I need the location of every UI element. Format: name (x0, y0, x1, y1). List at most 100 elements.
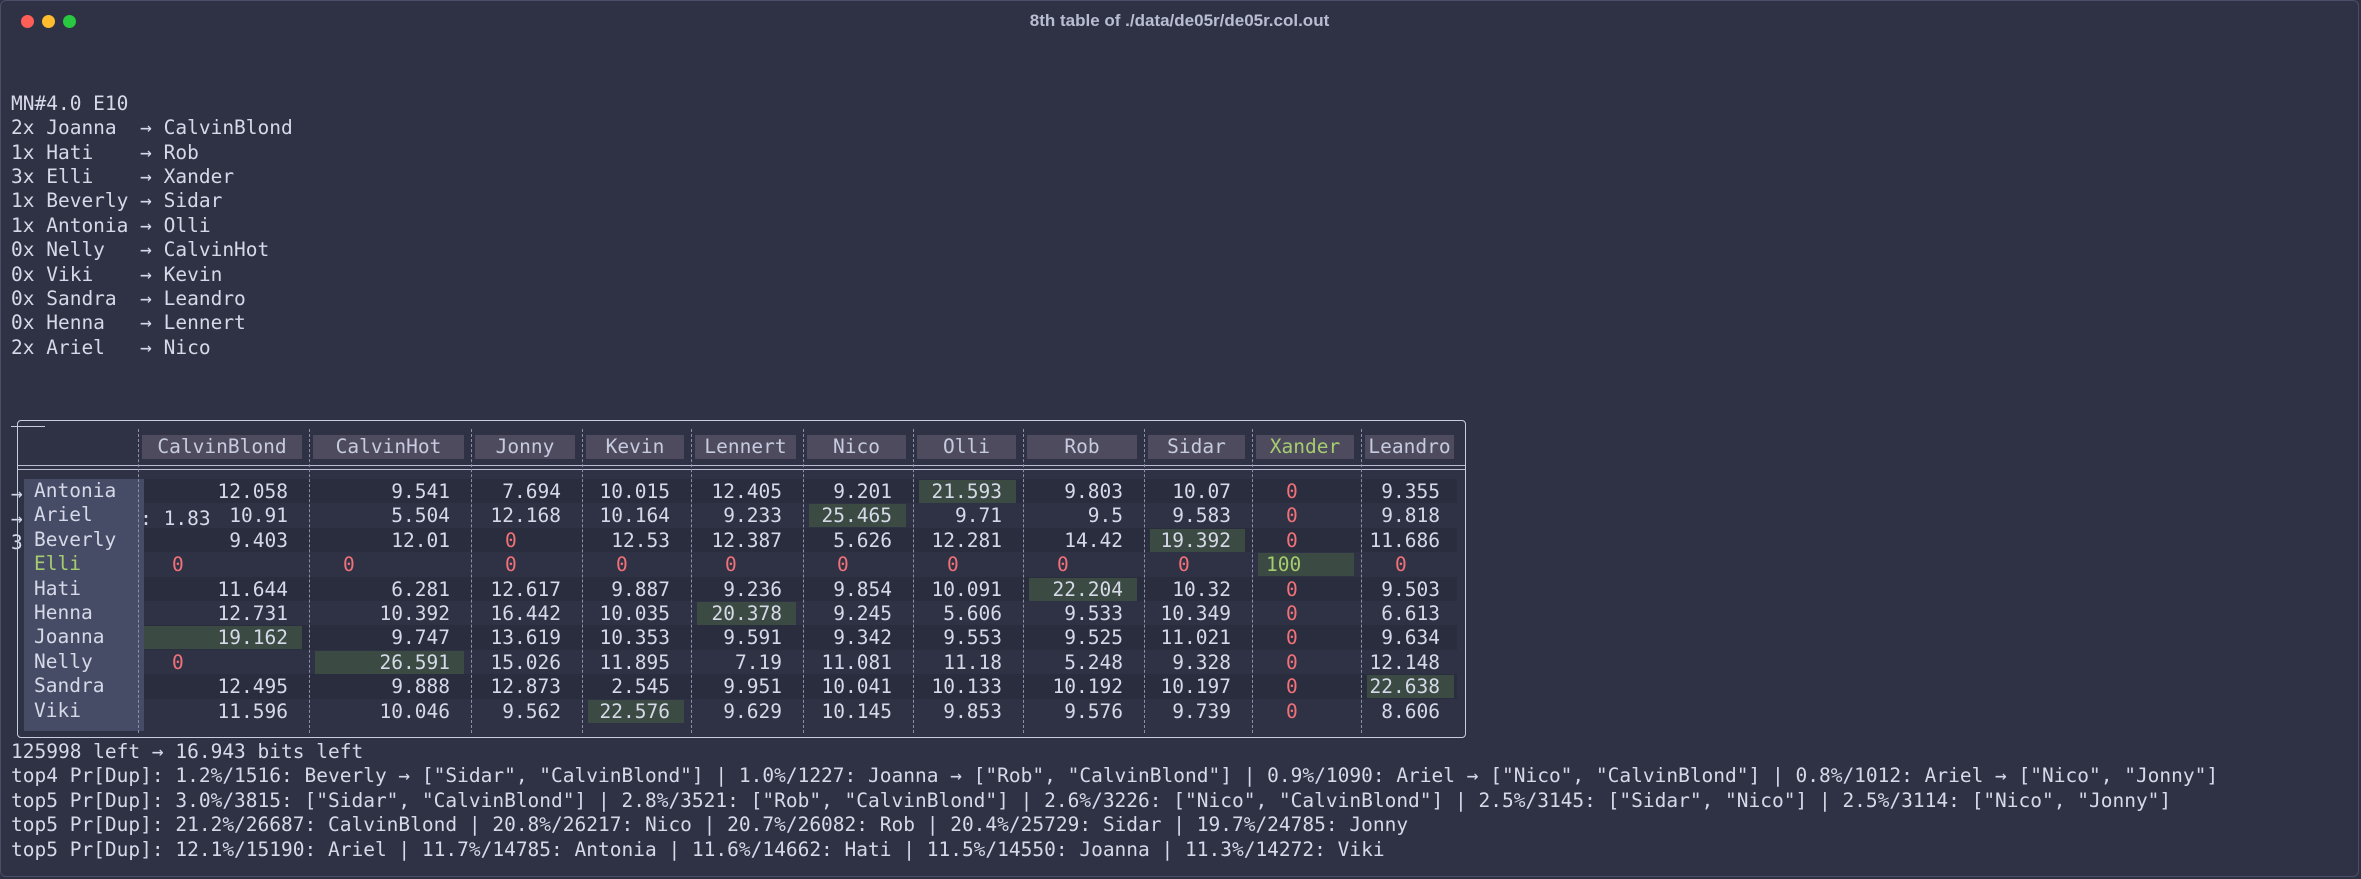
table-cell: 9.525 (1064, 626, 1123, 650)
table-cell: 10.133 (931, 675, 1002, 699)
table-cell: 10.91 (229, 504, 288, 528)
table-cell: 14.42 (1064, 528, 1123, 552)
table-cell: 0 (1286, 528, 1298, 552)
table-cell: 9.854 (833, 577, 892, 601)
title-bar: 8th table of ./data/de05r/de05r.col.out (1, 1, 2358, 41)
table-cell: 9.562 (502, 699, 561, 723)
table-cell: 11.596 (217, 699, 288, 723)
table-cell: 0 (1286, 699, 1298, 723)
column-separator (1144, 429, 1145, 733)
table-cell: 9.591 (723, 626, 782, 650)
table-cell: 10.349 (1160, 602, 1231, 625)
table-cell: 9.888 (391, 675, 450, 699)
table-cell: 9.342 (833, 626, 892, 650)
table-cell: 9.634 (1381, 626, 1440, 650)
table-cell: 16.442 (490, 602, 561, 625)
column-separator (1252, 429, 1253, 733)
table-cell: 26.591 (315, 650, 464, 674)
table-cell: 9.583 (1172, 504, 1231, 528)
table-cell: 9.5 (1087, 504, 1123, 528)
footer-line: top5 Pr[Dup]: 12.1%/15190: Ariel | 11.7%… (11, 837, 1385, 861)
assignment-line: MN#4.0 E10 (11, 91, 129, 115)
table-cell: 11.644 (217, 577, 288, 601)
table-cell: 12.281 (931, 528, 1002, 552)
table-cell: 2.545 (611, 675, 670, 699)
table-cell: 9.355 (1381, 480, 1440, 503)
column-separator (691, 429, 692, 733)
table-cell: 9.233 (723, 504, 782, 528)
table-cell: 6.613 (1381, 602, 1440, 625)
table-cell: 7.694 (502, 480, 561, 503)
row-label: Ariel (34, 503, 93, 527)
table-cell: 9.245 (833, 602, 892, 625)
table-cell: 9.887 (611, 577, 670, 601)
table-cell: 100 (1258, 553, 1354, 577)
table-cell: 9.71 (955, 504, 1002, 528)
table-cell: 9.576 (1064, 699, 1123, 723)
table-cell: 9.541 (391, 480, 450, 503)
table-cell: 10.015 (599, 480, 670, 503)
column-separator (138, 429, 139, 733)
column-header: CalvinHot (313, 435, 464, 459)
assignment-line: 2x Joanna → CalvinBlond (11, 116, 293, 140)
row-label: Beverly (34, 527, 117, 551)
table-header-rule (18, 465, 1465, 466)
table-cell: 12.873 (490, 675, 561, 699)
probability-table: CalvinBlond CalvinHot Jonny Kevin Lennert Nic… (17, 420, 1466, 738)
table-cell: 5.606 (943, 602, 1002, 625)
table-cell: 11.021 (1160, 626, 1231, 650)
table-cell: 0 (172, 553, 184, 577)
table-cell: 0 (1286, 480, 1298, 503)
window-title: 8th table of ./data/de05r/de05r.col.out (1029, 11, 1330, 30)
table-cell: 12.53 (611, 528, 670, 552)
assignment-line: 0x Sandra → Leandro (11, 286, 246, 310)
table-cell: 10.32 (1172, 577, 1231, 601)
table-cell: 0 (1395, 553, 1407, 577)
footer-line: top5 Pr[Dup]: 3.0%/3815: ["Sidar", "Calv… (11, 788, 2172, 812)
table-cell: 10.197 (1160, 675, 1231, 699)
row-label: Antonia (34, 479, 117, 502)
assignment-line: 0x Viki → Kevin (11, 262, 223, 286)
footer-line: top4 Pr[Dup]: 1.2%/1516: Beverly → ["Sid… (11, 764, 2219, 788)
table-cell: 5.504 (391, 504, 450, 528)
row-label: Hati (34, 576, 81, 600)
row-label: Sandra (34, 674, 105, 698)
assignment-line: 0x Nelly → CalvinHot (11, 238, 270, 262)
table-cell: 20.378 (697, 602, 796, 625)
table-cell: 0 (1286, 504, 1298, 528)
column-separator (803, 429, 804, 733)
table-cell: 0 (1178, 553, 1190, 577)
table-cell: 0 (505, 528, 517, 552)
row-label: Joanna (34, 625, 105, 649)
table-cell: 10.035 (599, 602, 670, 625)
column-header: CalvinBlond (142, 435, 302, 459)
column-separator (471, 429, 472, 733)
column-separator (309, 429, 310, 733)
table-cell: 9.951 (723, 675, 782, 699)
table-cell: 21.593 (919, 480, 1016, 503)
table-cell: 0 (1286, 626, 1298, 650)
table-cell: 22.638 (1367, 675, 1454, 699)
table-cell: 11.895 (599, 650, 670, 674)
table-cell: 6.281 (391, 577, 450, 601)
assignment-line: 1x Hati → Rob (11, 140, 199, 164)
table-cell: 0 (1286, 602, 1298, 625)
footer-output: 125998 left → 16.943 bits left top4 Pr[Du… (11, 740, 2352, 862)
table-cell: 9.403 (229, 528, 288, 552)
table-cell: 9.803 (1064, 480, 1123, 503)
column-header: Rob (1027, 435, 1137, 459)
table-cell: 9.739 (1172, 699, 1231, 723)
table-cell: 12.617 (490, 577, 561, 601)
table-cell: 9.553 (943, 626, 1002, 650)
table-cell: 12.405 (711, 480, 782, 503)
table-cell: 12.01 (391, 528, 450, 552)
table-cell: 0 (172, 650, 184, 674)
column-header: Lennert (695, 435, 796, 459)
table-cell: 9.236 (723, 577, 782, 601)
table-cell: 12.731 (217, 602, 288, 625)
table-cell: 0 (947, 553, 959, 577)
table-cell: 10.07 (1172, 480, 1231, 503)
terminal-window: 8th table of ./data/de05r/de05r.col.out … (0, 0, 2359, 877)
table-cell: 0 (1286, 577, 1298, 601)
table-cell: 9.853 (943, 699, 1002, 723)
